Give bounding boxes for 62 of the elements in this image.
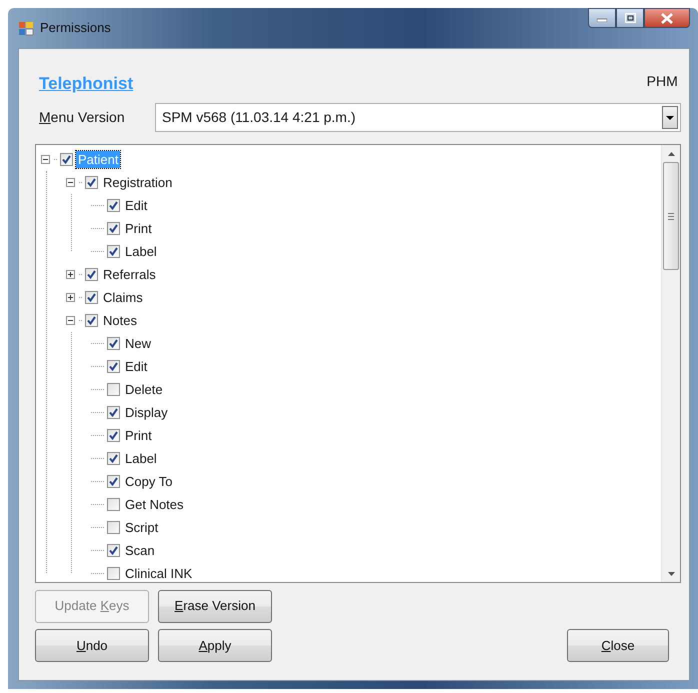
checkbox[interactable] (107, 498, 120, 511)
close-icon (661, 12, 673, 24)
maximize-button[interactable] (616, 8, 644, 28)
tree-item[interactable]: Print (123, 220, 154, 237)
checkbox[interactable] (107, 383, 120, 396)
checkbox[interactable] (107, 544, 120, 557)
maximize-icon (624, 13, 636, 23)
scrollbar[interactable] (661, 145, 680, 582)
tree-item[interactable]: Edit (123, 358, 150, 375)
checkbox[interactable] (107, 429, 120, 442)
user-code: PHM (646, 72, 678, 91)
tree-item[interactable]: Edit (123, 197, 150, 214)
tree-item[interactable]: Display (123, 404, 170, 421)
checkbox[interactable] (107, 222, 120, 235)
checkbox[interactable] (60, 153, 73, 166)
tree-item[interactable]: Label (123, 450, 159, 467)
expand-icon[interactable] (66, 293, 75, 302)
collapse-icon[interactable] (66, 178, 75, 187)
checkbox[interactable] (85, 268, 98, 281)
dialog-button[interactable]: Apply (158, 629, 272, 662)
tree-item[interactable]: Copy To (123, 473, 174, 490)
scroll-thumb[interactable] (663, 162, 679, 270)
tree-item[interactable]: Script (123, 519, 160, 536)
checkbox[interactable] (107, 521, 120, 534)
window-title: Permissions (40, 19, 111, 38)
tree-item[interactable]: Delete (123, 381, 165, 398)
checkbox[interactable] (107, 475, 120, 488)
dialog-button[interactable]: Undo (35, 629, 149, 662)
scroll-down-icon[interactable] (668, 572, 674, 576)
permissions-tree[interactable]: Patient Registration Edit Print Label Referrals Claims Notes New Edit Delete Display Print Label Copy To Get Notes Script Scan Clinical INK (35, 144, 681, 583)
tree-item[interactable]: Get Notes (123, 496, 186, 513)
checkbox[interactable] (107, 245, 120, 258)
collapse-icon[interactable] (66, 316, 75, 325)
tree-item[interactable]: Clinical INK (123, 565, 194, 582)
collapse-icon[interactable] (41, 155, 50, 164)
tree-item[interactable]: Referrals (101, 266, 158, 283)
tree-item[interactable]: Notes (101, 312, 139, 329)
checkbox[interactable] (107, 567, 120, 580)
checkbox[interactable] (107, 199, 120, 212)
tree-item[interactable]: New (123, 335, 154, 352)
minimize-button[interactable] (588, 8, 616, 28)
app-icon (18, 20, 34, 36)
close-button[interactable] (644, 8, 690, 28)
checkbox[interactable] (107, 360, 120, 373)
dialog-button[interactable]: Erase Version (158, 590, 272, 622)
menu-version-dropdown[interactable]: SPM v568 (11.03.14 4:21 p.m.) (155, 103, 681, 132)
dialog-button[interactable]: Close (567, 629, 669, 662)
tree-item[interactable]: Print (123, 427, 154, 444)
scroll-up-icon[interactable] (668, 152, 674, 156)
tree-item[interactable]: Label (123, 243, 159, 260)
checkbox[interactable] (107, 452, 120, 465)
expand-icon[interactable] (66, 270, 75, 279)
tree-item[interactable]: Scan (123, 542, 157, 559)
tree-item[interactable]: Claims (101, 289, 145, 306)
checkbox[interactable] (107, 337, 120, 350)
checkbox[interactable] (85, 291, 98, 304)
dropdown-arrow-icon (666, 116, 674, 120)
checkbox[interactable] (85, 176, 98, 189)
tree-item[interactable]: Registration (101, 174, 174, 191)
checkbox[interactable] (85, 314, 98, 327)
checkbox[interactable] (107, 406, 120, 419)
menu-version-label: Menu Version (39, 108, 126, 127)
